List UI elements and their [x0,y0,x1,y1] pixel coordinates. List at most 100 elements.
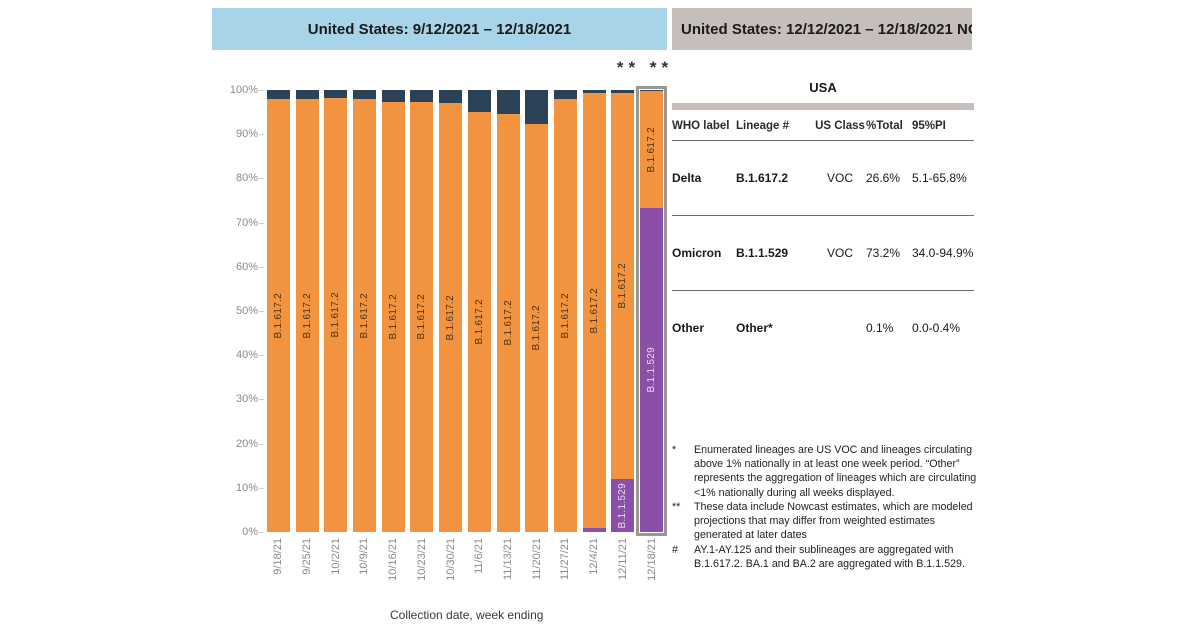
column-header-95pi: 95%PI [912,120,974,141]
bar-column[interactable]: B.1.1.529 B.1.617.2 12/18/21 [636,86,668,581]
cell-pct-total: 0.1% [866,321,894,335]
bar-segment[interactable] [266,90,290,100]
y-axis-tick-label: 50% [235,305,258,317]
bar-segment[interactable]: B.1.617.2 [611,93,635,479]
bar-segment[interactable]: B.1.617.2 [640,90,664,209]
bar-column[interactable]: B.1.617.2 10/16/21 [381,90,405,581]
cell-pct-total: 73.2% [866,215,912,291]
column-header-lineage: Lineage # [736,120,814,141]
cell-who-label: Other [672,321,705,335]
bar-segment[interactable] [295,90,319,99]
x-axis-tick-label: 10/9/21 [358,538,371,575]
y-axis-tick-mark [259,355,264,357]
footnote-marker: # [672,543,678,556]
footnote-marker: * [672,444,677,456]
cell-95pi: 5.1-65.8% [912,140,974,216]
bar-segment[interactable]: B.1.617.2 [525,124,549,532]
y-axis-tick-mark [259,487,264,489]
bar-segment[interactable] [439,90,463,104]
bar-segment[interactable] [554,90,577,99]
cell-95pi: 0.0-0.4% [912,321,961,335]
cell-us-class: VOC [814,215,866,291]
y-axis-tick-label: 60% [235,260,258,273]
bar-segment[interactable]: B.1.1.529 [640,208,664,532]
bar-segment-label: B.1.617.2 [445,294,457,341]
cell-who-label: Delta [672,140,736,216]
bar-column[interactable]: B.1.617.2 11/27/21 [554,90,577,580]
y-axis-tick-label: 10% [235,481,258,494]
bar-column[interactable]: B.1.617.2 11/13/21 [496,90,520,580]
bar-segment[interactable]: B.1.617.2 [381,101,405,532]
bar-segment[interactable] [582,90,606,94]
x-axis-tick-label: 11/20/21 [530,538,543,581]
bar-segment[interactable] [410,90,434,103]
bar-segment[interactable]: B.1.617.2 [324,98,348,532]
bar-column[interactable]: B.1.617.2 10/2/21 [324,90,348,575]
footnote-text: Enumerated lineages are US VOC and linea… [694,444,977,499]
bar-segment[interactable]: B.1.617.2 [554,98,577,532]
bar-column[interactable]: B.1.617.2 9/18/21 [266,90,290,575]
bar-segment[interactable] [324,90,348,99]
bar-segment[interactable]: B.1.617.2 [410,102,434,532]
bar-segment[interactable]: B.1.1.529 [611,478,635,532]
footnote-text: AY.1-AY.125 and their sublineages are ag… [694,543,965,570]
bar-column[interactable]: B.1.617.2 12/4/21 [582,90,606,575]
bar-segment[interactable] [496,90,520,114]
bar-segment[interactable]: B.1.617.2 [266,99,290,532]
bar-segment[interactable] [381,90,405,102]
bar-column[interactable]: B.1.617.2 10/30/21 [439,90,463,581]
bar-column[interactable]: B.1.617.2 11/20/21 [525,90,549,580]
y-axis-tick-mark [259,222,264,224]
y-axis-tick-label: 30% [235,393,258,406]
y-axis-tick-label: 80% [235,172,258,185]
cell-lineage: B.1.1.529 [736,215,814,291]
bar-column[interactable]: B.1.617.2 10/9/21 [353,90,376,575]
y-axis-tick-label: 100% [229,84,258,96]
bar-segment[interactable] [353,90,376,100]
bar-segment[interactable]: B.1.617.2 [496,113,520,532]
bar-segment-label: B.1.617.2 [531,305,543,351]
bar-segment[interactable] [611,90,635,94]
bar-segment[interactable] [467,90,491,113]
cell-us-class: VOC [814,140,866,216]
cell-us-class [814,291,866,366]
bar-segment[interactable] [582,527,606,532]
bar-segment-label: B.1.617.2 [272,292,284,339]
cell-95pi: 34.0-94.9% [912,215,974,291]
left-panel-title: United States: 9/12/2021 – 12/18/2021 [307,20,572,38]
y-axis-tick-mark [259,399,264,401]
x-axis-title: Collection date, week ending [390,608,544,622]
footnote-row: # AY.1-AY.125 and their sublineages are a… [672,543,980,571]
y-axis-tick-mark [259,532,264,533]
bar-segment-label: B.1.1.529 [646,347,658,393]
bar-segment[interactable] [640,90,664,91]
y-axis-tick-label: 40% [235,349,258,362]
footnote-row: * Enumerated lineages are US VOC and line… [672,443,980,500]
bar-column[interactable]: B.1.617.2 10/23/21 [410,90,434,581]
table-row: Omicron B.1.1.529 VOC 73.2% 34.0-94.9% [672,215,974,291]
y-axis-tick-label: 20% [235,437,258,450]
bar-segment-label: B.1.617.2 [387,293,399,340]
bar-segment-label: B.1.617.2 [416,294,428,340]
bar-segment[interactable]: B.1.617.2 [467,112,491,532]
bar-segment-label: B.1.617.2 [330,292,342,338]
bar-segment-label: B.1.617.2 [559,292,571,339]
bar-segment[interactable]: B.1.617.2 [353,99,376,532]
bar-segment[interactable]: B.1.617.2 [439,103,463,532]
right-panel-header: United States: 12/12/2021 – 12/18/2021 N… [672,8,972,50]
cell-lineage: Other* [736,321,773,335]
y-axis-tick-label: 0% [242,526,258,538]
x-axis-tick-label: 9/18/21 [272,538,285,575]
bar-column[interactable]: B.1.1.529 B.1.617.2 12/11/21 [611,90,635,580]
bar-column[interactable]: B.1.617.2 11/6/21 [467,90,491,574]
bar-segment[interactable] [525,90,549,125]
bar-segment[interactable]: B.1.617.2 [582,93,606,528]
bar-segment[interactable]: B.1.617.2 [295,98,319,532]
bar-segment-label: B.1.617.2 [617,263,629,309]
x-axis-tick-label: 9/25/21 [301,538,314,575]
y-axis-tick-mark [259,311,264,312]
footnote-row: ** These data include Nowcast estimates, … [672,500,980,543]
footnote-text: These data include Nowcast estimates, wh… [694,500,973,542]
bar-column[interactable]: B.1.617.2 9/25/21 [295,90,319,575]
x-axis-tick-label: 11/27/21 [559,538,572,581]
